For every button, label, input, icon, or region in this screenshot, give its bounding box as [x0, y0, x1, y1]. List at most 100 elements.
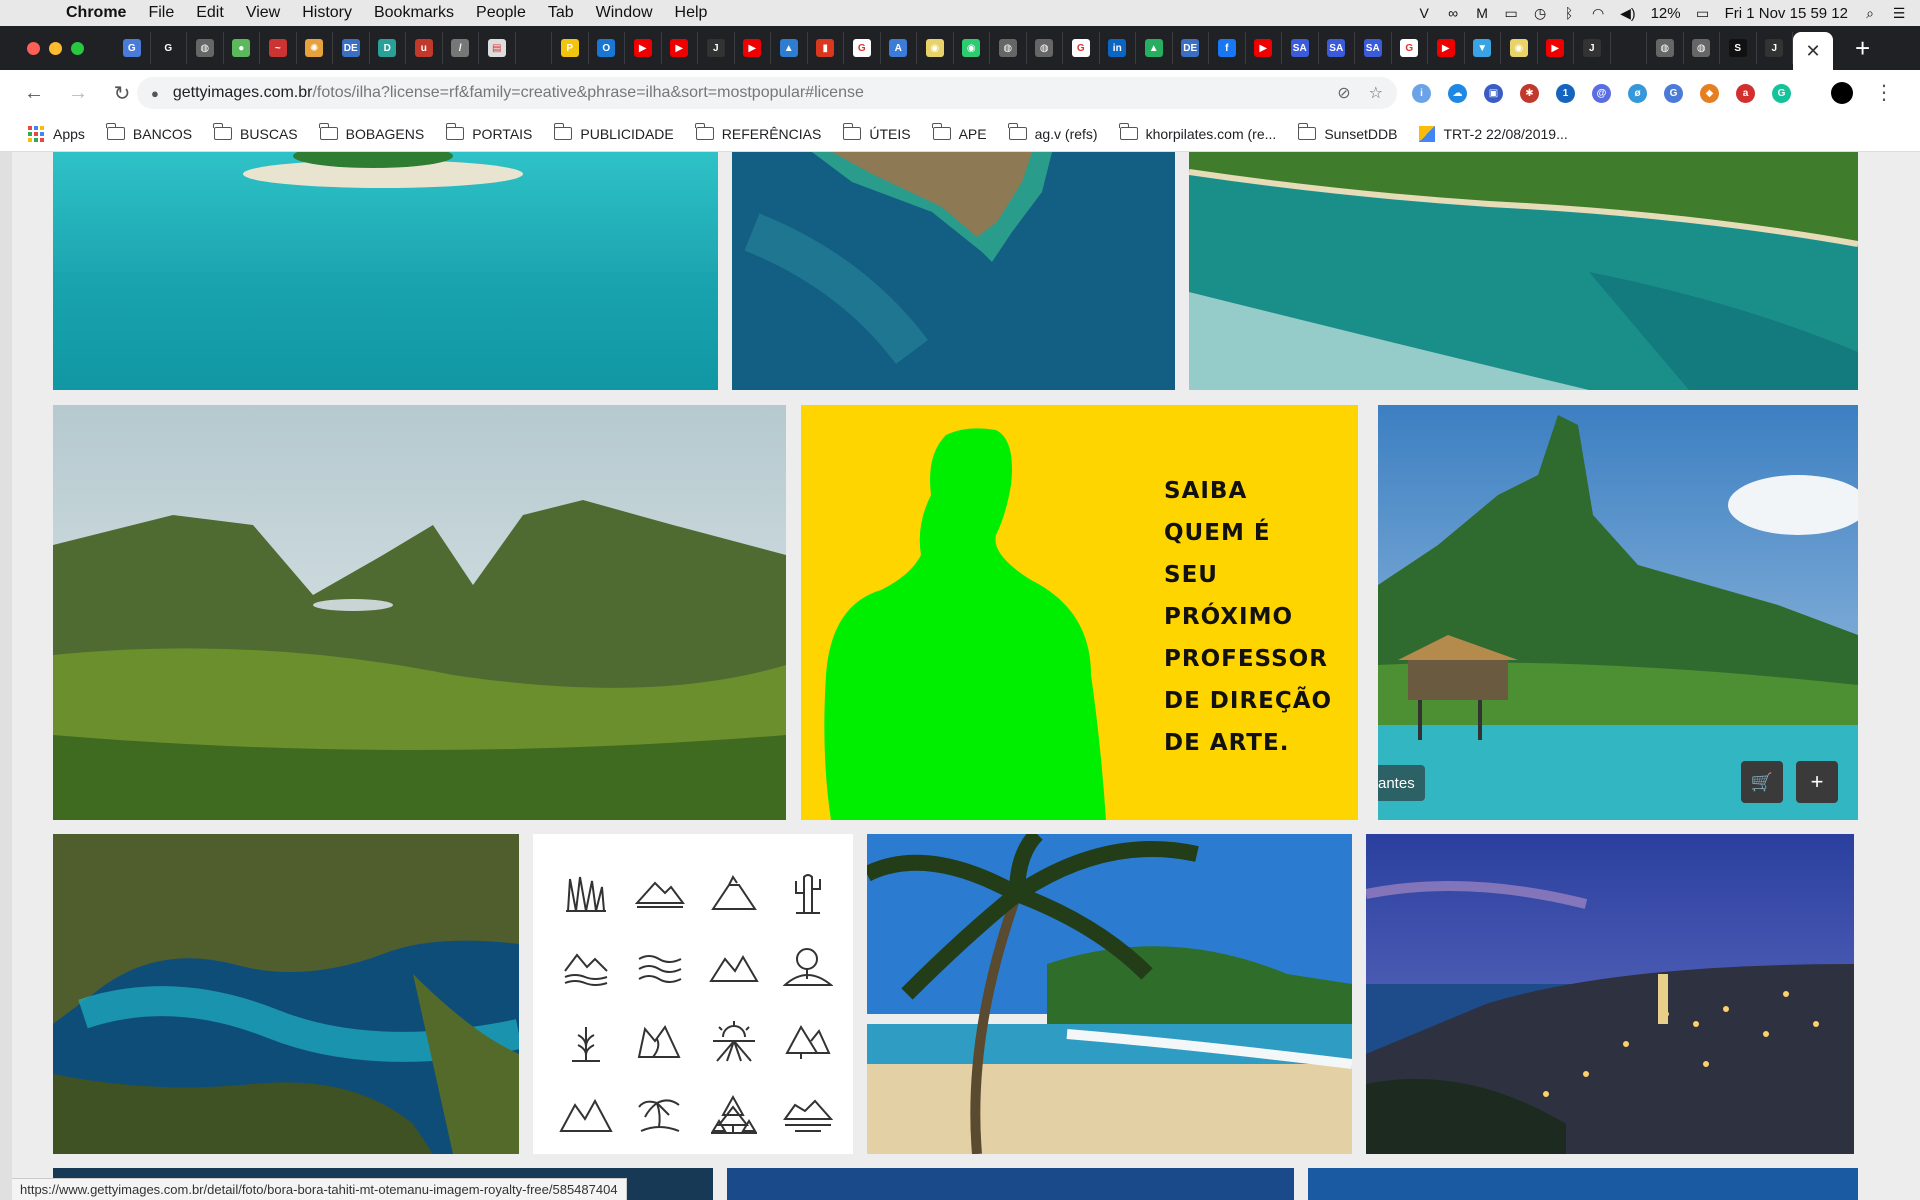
translate-page-icon[interactable]: ⊘	[1337, 83, 1350, 103]
tab[interactable]: G	[844, 32, 881, 64]
bookmark-folder[interactable]: APE	[931, 123, 987, 142]
bookmark-folder[interactable]: PUBLICIDADE	[553, 123, 674, 142]
reload-button[interactable]: ↻	[112, 81, 132, 106]
tab[interactable]: G	[114, 32, 151, 64]
menu-people[interactable]: People	[476, 4, 526, 22]
tab[interactable]: J	[1757, 32, 1793, 64]
tab[interactable]: A	[881, 32, 917, 64]
add-to-cart-button[interactable]: 🛒	[1741, 761, 1783, 803]
tab[interactable]: ▼	[1465, 32, 1501, 64]
address-bar[interactable]: ● gettyimages.com.br/fotos/ilha?license=…	[137, 77, 1397, 109]
result-image-palm-beach[interactable]	[867, 834, 1352, 1154]
bookmark-folder[interactable]: khorpilates.com (re...	[1118, 123, 1276, 142]
tab-active[interactable]: ✕	[1793, 32, 1833, 70]
tab[interactable]: ▶	[1246, 32, 1282, 64]
square-icon[interactable]: ▣	[1484, 83, 1503, 103]
tab[interactable]: in	[1100, 32, 1136, 64]
notification-center-icon[interactable]: ☰	[1892, 5, 1906, 22]
cloud-icon[interactable]: ☁	[1448, 83, 1467, 103]
translate-icon[interactable]: G	[1664, 83, 1683, 103]
tab[interactable]: ◉	[954, 32, 990, 64]
m-icon[interactable]: M	[1475, 5, 1489, 21]
vimeo-icon[interactable]: V	[1417, 5, 1431, 21]
tab[interactable]: f	[1209, 32, 1246, 64]
menu-tab[interactable]: Tab	[548, 4, 574, 22]
info-icon[interactable]: i	[1412, 83, 1431, 103]
tab[interactable]: G	[1392, 32, 1428, 64]
grammarly-icon[interactable]: G	[1772, 83, 1791, 103]
forward-button[interactable]: →	[68, 82, 88, 105]
tab[interactable]: ◍	[187, 32, 224, 64]
clock[interactable]: Fri 1 Nov 15 59 12	[1725, 5, 1848, 22]
tab[interactable]	[1611, 32, 1647, 64]
promo-banner[interactable]: SAIBA QUEM É SEU PRÓXIMO PROFESSOR DE DI…	[801, 405, 1358, 820]
back-button[interactable]: ←	[24, 82, 44, 105]
volume-icon[interactable]: ◀)	[1620, 5, 1635, 22]
result-image-landscape-icons[interactable]	[533, 834, 853, 1154]
tab[interactable]: ◉	[1501, 32, 1538, 64]
result-image-island-sandbar[interactable]	[53, 152, 718, 390]
av-icon[interactable]: a	[1736, 83, 1755, 103]
result-image-aerial-peninsula[interactable]	[732, 152, 1175, 390]
result-image-green-valley[interactable]	[53, 405, 786, 820]
tab[interactable]: ◍	[1647, 32, 1684, 64]
tab[interactable]: SA	[1355, 32, 1392, 64]
bookmark-folder[interactable]: ÚTEIS	[842, 123, 911, 142]
tab[interactable]: ▤	[479, 32, 516, 64]
minimize-window-button[interactable]	[49, 41, 62, 55]
menu-app-name[interactable]: Chrome	[66, 4, 126, 22]
tab[interactable]: ◉	[917, 32, 954, 64]
creative-cloud-icon[interactable]: ∞	[1446, 5, 1460, 21]
tab[interactable]: P	[552, 32, 589, 64]
bookmark-trt2[interactable]: TRT-2 22/08/2019...	[1419, 125, 1568, 142]
battery-percent[interactable]: 12%	[1651, 5, 1681, 22]
tab[interactable]: u	[406, 32, 443, 64]
puzzle-icon[interactable]: ✱	[1520, 83, 1539, 103]
tab[interactable]: ▶	[662, 32, 698, 64]
bookmark-folder[interactable]: PORTAIS	[445, 123, 532, 142]
battery-icon[interactable]: ▭	[1696, 5, 1710, 22]
tab[interactable]: SA	[1319, 32, 1355, 64]
box-icon[interactable]: ◆	[1700, 83, 1719, 103]
menu-window[interactable]: Window	[596, 4, 653, 22]
tab[interactable]: ◍	[1027, 32, 1063, 64]
menu-file[interactable]: File	[148, 4, 174, 22]
tab[interactable]	[516, 32, 552, 64]
tab[interactable]: ◍	[990, 32, 1027, 64]
tab[interactable]: G	[1063, 32, 1100, 64]
tab[interactable]: J	[1574, 32, 1611, 64]
tab[interactable]: ▶	[735, 32, 771, 64]
tab[interactable]: /	[443, 32, 479, 64]
airplay-icon[interactable]: ▭	[1504, 5, 1518, 22]
spotlight-search-icon[interactable]: ⌕	[1863, 5, 1877, 22]
result-image-row4-2[interactable]	[727, 1168, 1294, 1200]
result-image-row4-3[interactable]	[1308, 1168, 1858, 1200]
tab[interactable]: G	[151, 32, 187, 64]
tab[interactable]: J	[698, 32, 735, 64]
bluetooth-icon[interactable]: ᛒ	[1562, 5, 1576, 21]
time-machine-icon[interactable]: ◷	[1533, 5, 1547, 22]
tab[interactable]: SA	[1282, 32, 1319, 64]
tab[interactable]: ●	[224, 32, 260, 64]
tab[interactable]: ▲	[1136, 32, 1173, 64]
menu-help[interactable]: Help	[675, 4, 708, 22]
close-tab-icon[interactable]: ✕	[1805, 41, 1820, 62]
result-image-night-city[interactable]	[1366, 834, 1854, 1154]
1password-icon[interactable]: 1	[1556, 83, 1575, 103]
tab[interactable]: ◍	[1684, 32, 1720, 64]
result-image-bora-bora[interactable]: antes 🛒 +	[1378, 405, 1858, 820]
result-image-coastal-reef[interactable]	[1189, 152, 1858, 390]
tab[interactable]: O	[589, 32, 625, 64]
menu-bookmarks[interactable]: Bookmarks	[374, 4, 454, 22]
bookmark-folder[interactable]: ag.v (refs)	[1007, 123, 1098, 142]
bookmark-apps[interactable]: Apps	[22, 125, 85, 142]
menu-edit[interactable]: Edit	[196, 4, 224, 22]
result-image-aerial-bays[interactable]	[53, 834, 519, 1154]
tab[interactable]: S	[1720, 32, 1757, 64]
tab[interactable]: DE	[333, 32, 370, 64]
tab[interactable]: ▲	[771, 32, 808, 64]
close-window-button[interactable]	[27, 41, 40, 55]
tab[interactable]: D	[370, 32, 406, 64]
eye-slash-icon[interactable]: ø	[1628, 83, 1647, 103]
bookmark-folder[interactable]: BANCOS	[106, 123, 192, 142]
